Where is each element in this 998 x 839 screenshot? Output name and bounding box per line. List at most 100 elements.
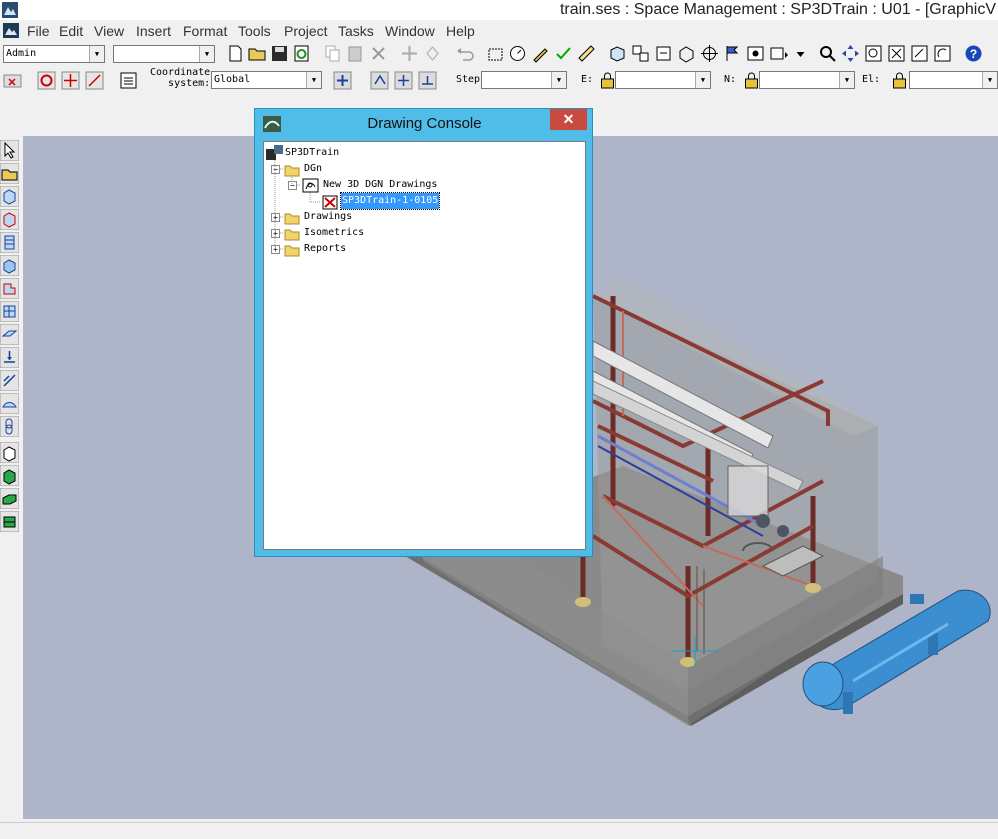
stack-icon (0, 232, 19, 253)
collapse-toggle[interactable]: − (288, 181, 297, 190)
fit-icon (888, 45, 905, 62)
refresh-button[interactable] (291, 43, 312, 64)
new-button[interactable] (225, 43, 246, 64)
expand-toggle[interactable]: + (271, 213, 280, 222)
paste-button[interactable] (345, 43, 366, 64)
e-combo[interactable]: ▼ (615, 71, 711, 89)
rotate-button[interactable] (932, 43, 953, 64)
cube-button[interactable] (607, 43, 628, 64)
views-button[interactable] (630, 43, 651, 64)
delete-button[interactable] (368, 43, 389, 64)
menu-insert[interactable]: Insert (136, 21, 171, 41)
user-combo[interactable]: Admin ▼ (3, 45, 105, 63)
tree-node-isometrics[interactable]: Isometrics (304, 225, 364, 241)
select-box-button[interactable] (485, 43, 506, 64)
tree-node-new-3d-dgn[interactable]: New 3D DGN Drawings (323, 177, 437, 193)
menu-file[interactable]: File (27, 21, 50, 41)
filter-combo[interactable]: ▼ (113, 45, 215, 63)
clip-icon (656, 46, 671, 61)
link-tool-button[interactable] (0, 416, 19, 437)
stack-tool-button[interactable] (0, 232, 19, 253)
undo-button[interactable] (455, 43, 476, 64)
menu-project[interactable]: Project (284, 21, 328, 41)
grid-tool-button[interactable] (0, 301, 19, 322)
measure-button[interactable] (507, 43, 528, 64)
elevation-tool-button[interactable] (0, 347, 19, 368)
zoom-button[interactable] (817, 43, 838, 64)
el-combo[interactable]: ▼ (909, 71, 998, 89)
view-axis-button-2[interactable] (393, 70, 414, 91)
layers-dropdown[interactable] (790, 43, 805, 64)
block-tool-button[interactable] (0, 255, 19, 276)
edit-button[interactable] (530, 43, 551, 64)
locate-button[interactable] (36, 70, 57, 91)
folder-tool-button[interactable] (0, 163, 19, 184)
n-lock-button[interactable] (741, 70, 759, 91)
target-button[interactable] (699, 43, 720, 64)
region-tool-button[interactable] (0, 278, 19, 299)
tree-node-project[interactable]: SP3DTrain (285, 145, 339, 161)
expand-toggle[interactable]: + (271, 245, 280, 254)
move-green-tool-button[interactable] (0, 488, 19, 509)
volume-tool-button[interactable] (0, 186, 19, 207)
e-lock-button[interactable] (597, 70, 615, 91)
place-green-tool-button[interactable] (0, 465, 19, 486)
save-button[interactable] (269, 43, 290, 64)
doc-icon[interactable] (2, 22, 20, 39)
properties-button[interactable] (118, 70, 139, 91)
fit-green-tool-button[interactable] (0, 511, 19, 532)
space-tool-button[interactable] (0, 209, 19, 230)
view-axis-button-3[interactable] (417, 70, 438, 91)
point-button[interactable] (60, 70, 81, 91)
cancel-select-button[interactable] (2, 70, 23, 91)
menu-format[interactable]: Format (183, 21, 227, 41)
app-icon[interactable] (2, 2, 18, 18)
previous-view-button[interactable] (909, 43, 930, 64)
mirror-button[interactable] (422, 43, 443, 64)
tree-node-drawings[interactable]: Drawings (304, 209, 352, 225)
path-tool-button[interactable] (0, 370, 19, 391)
menu-edit[interactable]: Edit (59, 21, 83, 41)
copy-button[interactable] (322, 43, 343, 64)
menu-help[interactable]: Help (446, 21, 475, 41)
el-lock-button[interactable] (889, 70, 907, 91)
expand-toggle[interactable]: + (271, 229, 280, 238)
check-button[interactable] (553, 43, 574, 64)
close-button[interactable]: ✕ (550, 109, 587, 130)
rotate-icon (934, 45, 951, 62)
tree-node-reports[interactable]: Reports (304, 241, 346, 257)
tree-node-drawing-selected[interactable]: SP3DTrain-1-0105 (339, 192, 441, 210)
coord-pick-button[interactable] (332, 70, 353, 91)
layers-button[interactable] (768, 43, 789, 64)
ruler-button[interactable] (576, 43, 597, 64)
flag-button[interactable] (722, 43, 743, 64)
move-button[interactable] (399, 43, 420, 64)
help-button[interactable]: ? (963, 43, 984, 64)
aspect-button[interactable] (745, 43, 766, 64)
menu-window[interactable]: Window (385, 21, 435, 41)
surface-tool-button[interactable] (0, 393, 19, 414)
collapse-toggle[interactable]: − (271, 165, 280, 174)
lock-icon (893, 72, 906, 89)
pan-button[interactable] (840, 43, 861, 64)
n-combo[interactable]: ▼ (759, 71, 855, 89)
open-button[interactable] (247, 43, 268, 64)
coordinate-system-combo[interactable]: Global ▼ (211, 71, 322, 89)
drawing-tree[interactable]: SP3DTrain − DGn − New 3D DGN Drawings SP… (263, 141, 586, 550)
menu-view[interactable]: View (94, 21, 124, 41)
mirror-icon (426, 46, 439, 61)
plane-tool-button[interactable] (0, 324, 19, 345)
tree-node-dgn[interactable]: DGn (304, 161, 322, 177)
volume-button[interactable] (676, 43, 697, 64)
constraint-button[interactable] (84, 70, 105, 91)
view-axis-button-1[interactable] (369, 70, 390, 91)
select-tool-button[interactable] (0, 140, 19, 161)
step-combo[interactable]: ▼ (481, 71, 567, 89)
menu-tools[interactable]: Tools (238, 21, 271, 41)
menu-tasks[interactable]: Tasks (338, 21, 374, 41)
zoom-area-button[interactable] (863, 43, 884, 64)
project-icon (266, 145, 283, 160)
fit-button[interactable] (886, 43, 907, 64)
clip-button[interactable] (653, 43, 674, 64)
place-tool-button[interactable] (0, 442, 19, 463)
